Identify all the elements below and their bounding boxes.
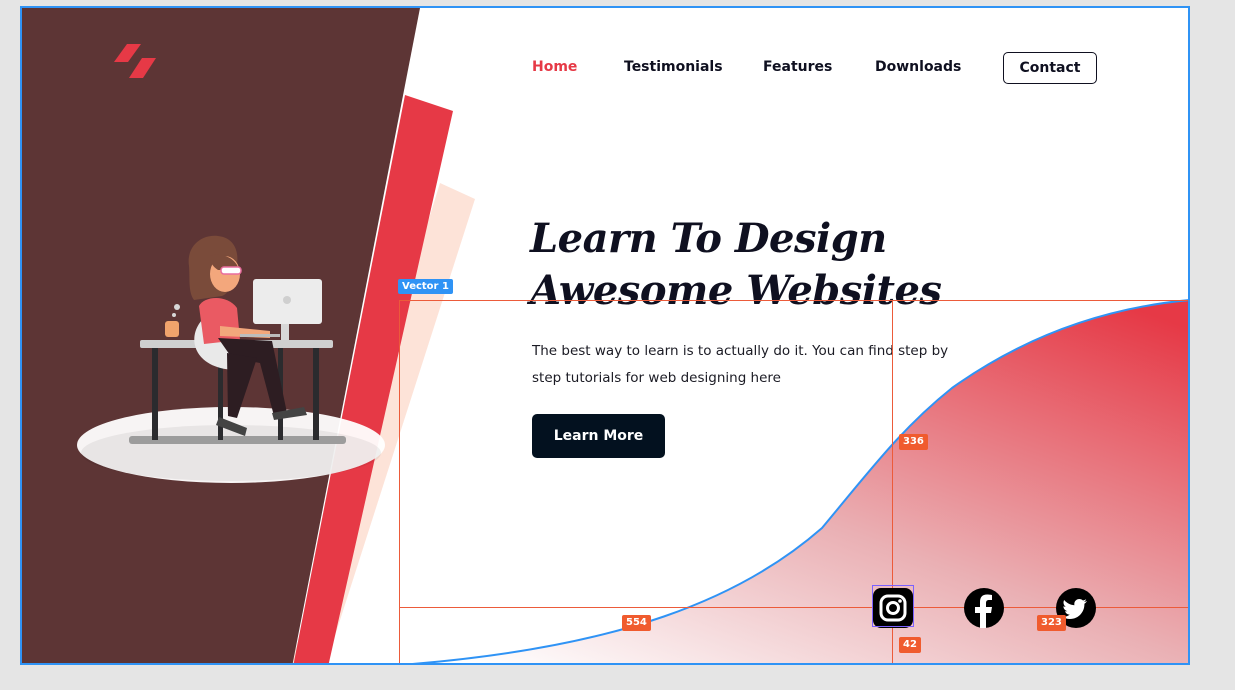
hero-description: The best way to learn is to actually do … — [532, 343, 949, 386]
guide-line-top — [399, 300, 1188, 301]
learn-more-button[interactable]: Learn More — [532, 414, 665, 458]
hero-title-line-2: Awesome Websites — [530, 267, 942, 314]
measure-badge-small: 42 — [899, 637, 921, 653]
nav-home[interactable]: Home — [532, 59, 577, 75]
background-graphics — [22, 8, 1188, 663]
instagram-icon[interactable] — [872, 587, 914, 629]
nav-downloads[interactable]: Downloads — [875, 59, 961, 75]
hero-title-line-1: Learn To Design — [530, 215, 887, 262]
measure-badge-horizontal-left: 554 — [622, 615, 651, 631]
layer-name-tag: Vector 1 — [398, 279, 453, 294]
contact-button[interactable]: Contact — [1003, 52, 1097, 84]
top-navigation: Home Testimonials Features Downloads Con… — [22, 52, 1188, 86]
nav-testimonials[interactable]: Testimonials — [624, 59, 723, 75]
design-frame: Home Testimonials Features Downloads Con… — [20, 6, 1190, 665]
facebook-icon[interactable] — [963, 587, 1005, 629]
hero-title: Learn To Design Awesome Websites — [530, 213, 942, 317]
measure-badge-vertical: 336 — [899, 434, 928, 450]
nav-features[interactable]: Features — [763, 59, 832, 75]
measure-badge-horizontal-right: 323 — [1037, 615, 1066, 631]
guide-line-left — [399, 300, 400, 663]
